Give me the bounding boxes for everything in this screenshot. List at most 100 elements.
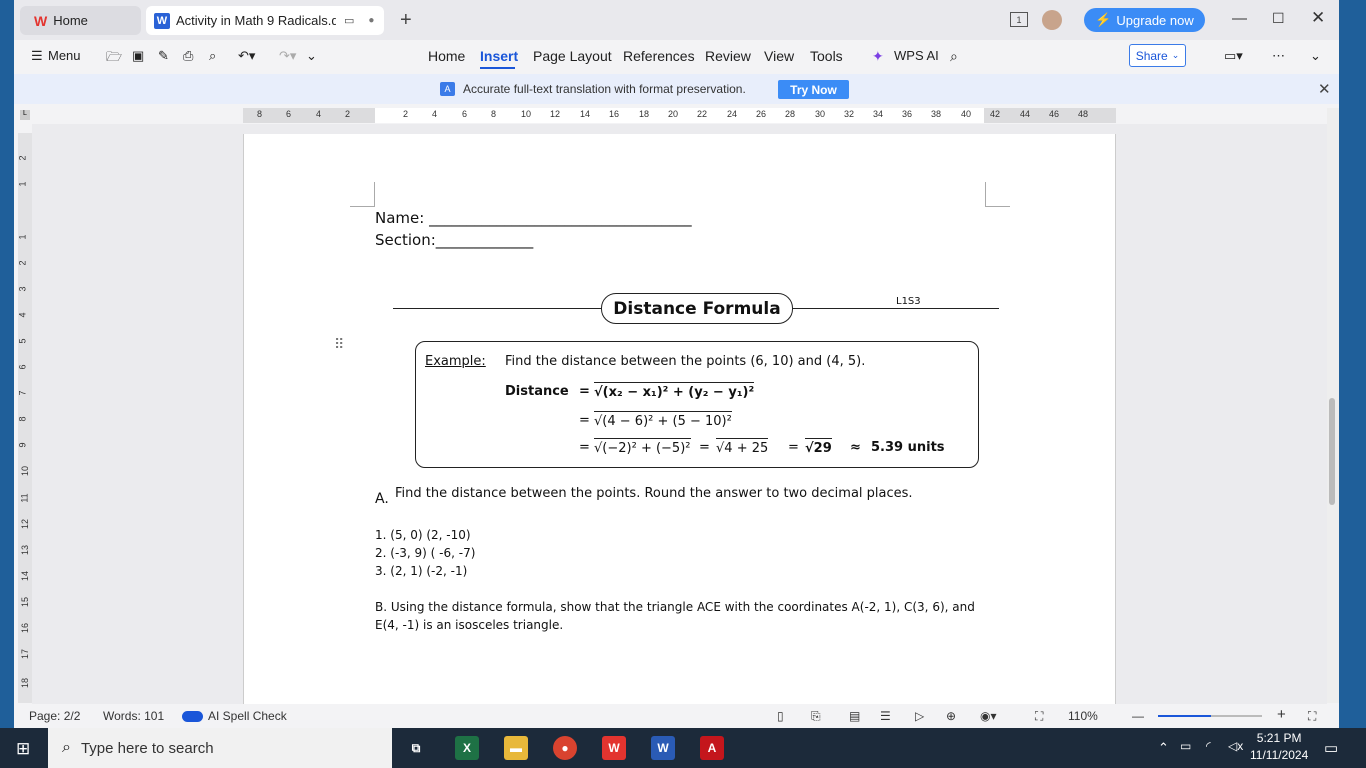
ribbon-tab-references[interactable]: References [623,48,695,64]
formula-step-3-text: (−2)² + (−5)² [602,441,691,456]
taskbar-search[interactable]: ⌕ Type here to search [48,728,392,768]
zoom-in-icon[interactable]: + [1277,706,1286,723]
ruler-label: 36 [902,109,913,119]
more-options-icon[interactable]: ⋯ [1272,48,1285,64]
layout-icon[interactable]: 1 [1010,12,1028,27]
play-icon[interactable]: ▷ [915,709,924,723]
system-tray-chevron-icon[interactable]: ⌃ [1158,740,1169,756]
ruler-label: 40 [961,109,972,119]
ruler-label: 14 [580,109,591,119]
ribbon-tab-page-layout[interactable]: Page Layout [533,48,612,64]
wps-ai-icon[interactable]: ✦ [872,48,884,65]
word-icon[interactable]: W [651,736,675,760]
windows-start-icon[interactable]: ⊞ [16,739,30,759]
file-explorer-icon[interactable]: ▬ [504,736,528,760]
wps-taskbar-icon[interactable]: W [602,736,626,760]
battery-icon[interactable]: ▭ [1180,739,1191,753]
formula-step-5: √29 [805,438,832,456]
section-a-text: Find the distance between the points. Ro… [395,486,913,501]
ribbon-tab-home[interactable]: Home [428,48,465,64]
zoom-slider[interactable] [1158,715,1262,717]
tab-bar: W Home W Activity in Math 9 Radicals.doc… [14,0,1339,40]
page-count[interactable]: Page: 2/2 [29,709,80,723]
zoom-level[interactable]: 110% [1068,709,1098,723]
excel-icon[interactable]: X [455,736,479,760]
vertical-ruler-label: 9 [17,442,28,448]
word-count[interactable]: Words: 101 [103,709,164,723]
save-icon[interactable]: ▣ [132,48,144,64]
tab-document[interactable]: W Activity in Math 9 Radicals.doc ▭ ● [146,6,384,35]
vertical-ruler[interactable]: 2 1 1 2 3 4 5 6 7 8 9 10 11 12 13 14 15 16 17 18 [18,133,32,703]
more-chevron-icon[interactable]: ⌄ [306,48,317,64]
print-layout-icon[interactable]: ▤ [849,709,860,723]
vertical-ruler-label: 16 [20,622,31,634]
close-window-button[interactable]: ✕ [1311,8,1325,28]
hamburger-icon[interactable]: ☰ [31,48,43,64]
formula-step-1: √(x₂ − x₁)² + (y₂ − y₁)² [594,382,755,400]
redo-icon[interactable]: ↷▾ [279,48,296,64]
try-now-button[interactable]: Try Now [778,80,849,99]
avatar[interactable] [1042,10,1062,30]
page-view-icon[interactable]: ⎘ [811,709,821,724]
eye-protection-icon[interactable]: ◉▾ [980,709,997,723]
search-icon[interactable]: ⌕ [950,48,958,65]
ribbon-tab-tools[interactable]: Tools [810,48,843,64]
upgrade-button[interactable]: ⚡ Upgrade now [1084,8,1205,32]
wifi-icon[interactable]: ◜ [1206,739,1211,753]
close-banner-icon[interactable]: ✕ [1318,80,1331,98]
document-page[interactable]: Name: __________________________________… [243,134,1116,728]
print-icon[interactable]: ⎙ [183,48,193,64]
drag-handle-icon[interactable]: ⠿ [334,336,344,353]
undo-icon[interactable]: ↶▾ [238,48,255,64]
wps-logo-icon: W [34,12,48,29]
comment-icon[interactable]: ▭▾ [1224,48,1243,64]
wps-ai-button[interactable]: WPS AI [894,48,939,63]
vertical-scrollbar[interactable] [1327,108,1339,703]
equals-4: = [699,440,710,455]
share-button[interactable]: Share ⌄ [1129,44,1186,67]
vertical-ruler-label: 18 [20,677,31,689]
web-layout-icon[interactable]: ⊕ [946,709,956,723]
notification-icon[interactable]: ▭ [1324,739,1338,757]
horizontal-ruler[interactable]: 8 6 4 2 2 4 6 8 10 12 14 16 18 20 22 24 26 28 30 32 34 36 38 40… [243,108,1116,123]
scrollbar-thumb[interactable] [1329,398,1335,505]
ribbon-tab-view[interactable]: View [764,48,794,64]
menu-button[interactable]: Menu [48,48,81,63]
unsaved-dot-icon[interactable]: ● [368,15,374,26]
acrobat-icon[interactable]: A [700,736,724,760]
ribbon-tab-review[interactable]: Review [705,48,751,64]
maximize-button[interactable]: ☐ [1272,10,1285,27]
collapse-ribbon-icon[interactable]: ⌄ [1310,48,1321,64]
ruler-corner-icon[interactable]: L [20,110,30,120]
task-view-icon[interactable]: ⧉ [404,736,428,760]
print-preview-icon[interactable]: ⌕ [209,48,216,64]
minimize-button[interactable]: — [1232,10,1247,27]
chrome-icon[interactable]: ● [553,736,577,760]
section-b-line-2: E(4, -1) is an isosceles triangle. [375,618,564,632]
tab-home[interactable]: W Home [20,6,141,35]
fit-page-icon[interactable]: ⛶ [1035,709,1043,724]
fullscreen-icon[interactable]: ⛶ [1308,709,1316,724]
vertical-ruler-label: 5 [17,338,28,344]
equals-5: = [788,440,799,455]
spell-check-toggle[interactable] [182,711,203,722]
ruler-label: 4 [432,109,438,119]
monitor-icon[interactable]: ▭ [344,14,354,27]
outline-icon[interactable]: ☰ [880,709,891,723]
zoom-out-icon[interactable]: — [1132,709,1144,723]
formula-step-4: √4 + 25 [716,438,769,456]
ribbon-tab-insert[interactable]: Insert [480,48,518,64]
translate-icon: A [440,82,455,96]
ruler-label: 6 [462,109,468,119]
translation-banner: A Accurate full-text translation with fo… [14,74,1339,104]
open-folder-icon[interactable]: 🗁 [106,48,122,70]
ruler-label: 46 [1049,109,1060,119]
new-tab-button[interactable]: + [400,9,412,32]
volume-icon[interactable]: ◁x [1228,739,1243,753]
clock[interactable]: 5:21 PM 11/11/2024 [1250,730,1308,764]
ruler-label: 42 [990,109,1001,119]
ruler-label: 8 [491,109,497,119]
reading-mode-icon[interactable]: ▯ [777,709,784,723]
format-painter-icon[interactable]: ✎ [158,48,169,64]
ruler-label: 2 [403,109,409,119]
